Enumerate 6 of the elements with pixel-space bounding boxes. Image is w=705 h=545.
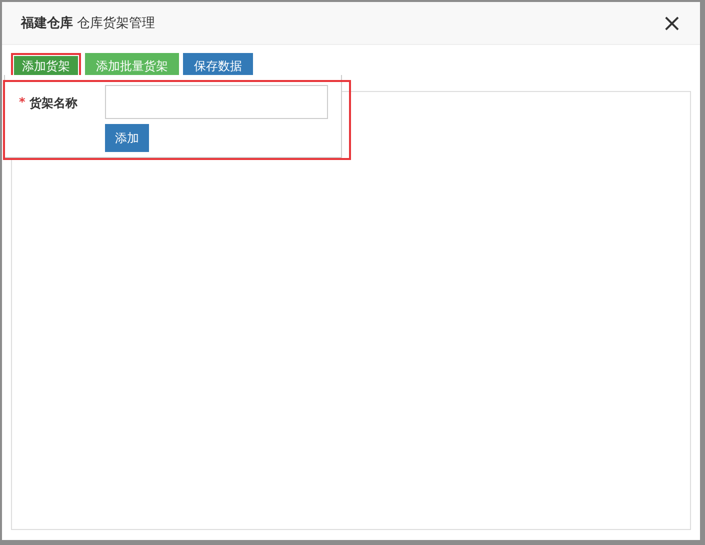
add-button[interactable]: 添加 xyxy=(105,124,149,152)
dialog-title: 福建仓库 仓库货架管理 xyxy=(21,14,156,32)
required-mark: * xyxy=(19,95,26,111)
input-field[interactable] xyxy=(105,85,328,119)
close-button[interactable]: × xyxy=(662,11,682,35)
field-label: 货架名称 xyxy=(29,95,78,112)
